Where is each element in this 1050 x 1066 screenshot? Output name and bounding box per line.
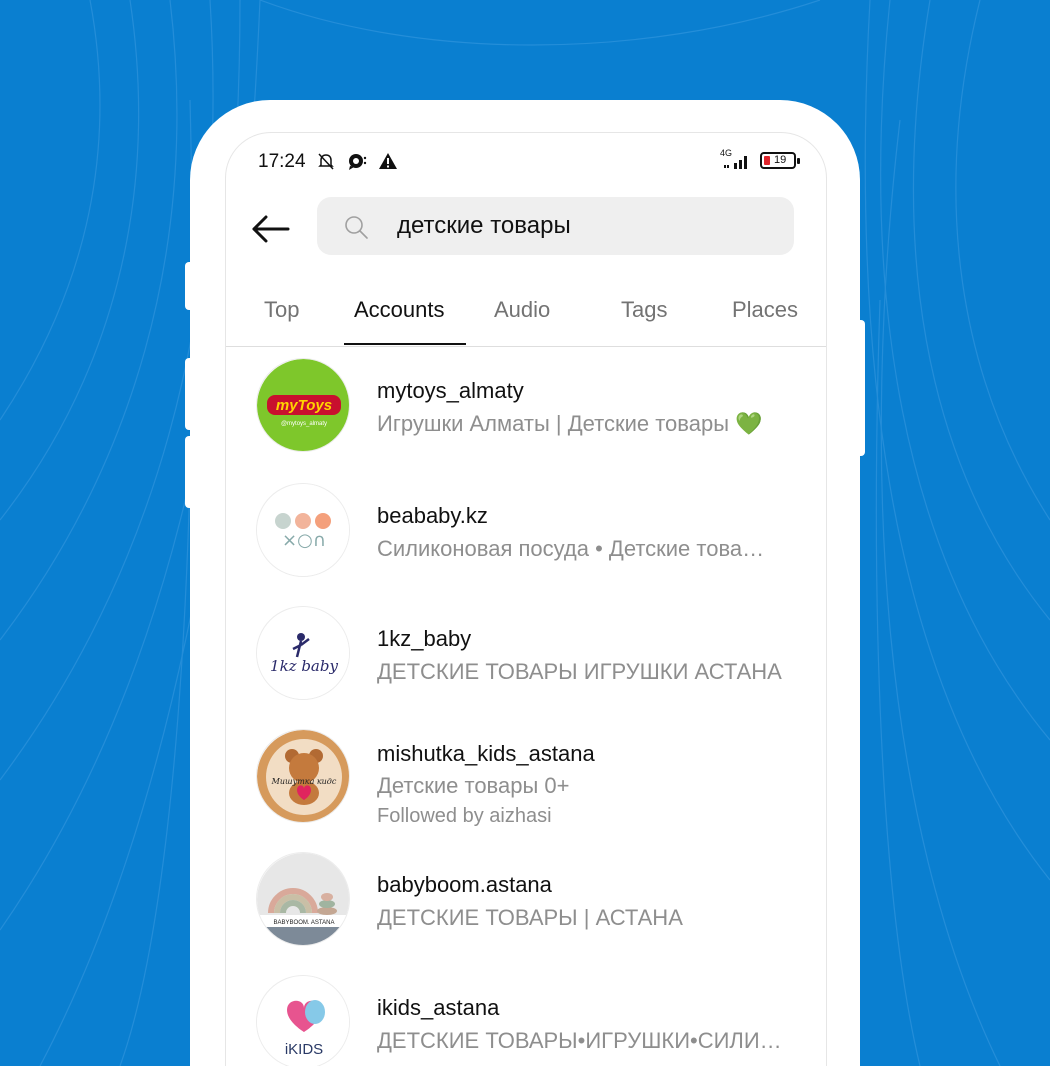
status-icons [316,151,398,171]
avatar-logo-text: Мишутка кидс [271,777,337,786]
bio-text: ДЕТСКИЕ ТОВАРЫ | АСТАНА [377,905,683,930]
avatar-logo-text: iKIDS [285,1041,323,1058]
tab-top[interactable]: Top [264,297,299,323]
followed-by: Followed by aizhasi [377,805,552,827]
avatar[interactable]: 1kz baby [256,606,350,700]
battery-level: 19 [774,153,787,166]
username: mishutka_kids_astana [377,741,595,766]
avatar[interactable]: ×○∩ [256,483,350,577]
phone-screen: 17:24 4G 19 детские товары Top Accounts … [225,132,827,1066]
tab-bar: Top Accounts Audio Tags Places [226,283,826,347]
search-icon [345,216,368,239]
bio-text: Игрушки Алматы | Детские товары 💚 [377,411,763,436]
username: babyboom.astana [377,872,552,897]
bio-text: Детские товары 0+ [377,773,570,798]
back-arrow-icon[interactable] [248,207,292,251]
bio-text: ДЕТСКИЕ ТОВАРЫ•ИГРУШКИ•СИЛИ… [377,1028,782,1053]
result-row[interactable]: BABYBOOM. ASTANA babyboom.astana ДЕТСКИЕ… [226,852,826,962]
username: 1kz_baby [377,626,472,651]
avatar-logo-text: myToys [276,397,332,414]
avatar-logo-text: 1kz baby [270,657,338,675]
tab-places[interactable]: Places [732,297,798,323]
tab-accounts[interactable]: Accounts [354,297,445,323]
result-row[interactable]: myToys @mytoys_almaty mytoys_almaty Игру… [226,358,826,468]
bell-off-icon [318,153,334,170]
bio-text: Силиконовая посуда • Детские това… [377,536,765,561]
avatar[interactable]: iKIDS [256,975,350,1066]
signal-icon: 4G [720,149,752,171]
search-bar[interactable] [317,197,794,255]
avatar[interactable]: BABYBOOM. ASTANA [256,852,350,946]
tab-audio[interactable]: Audio [494,297,550,323]
result-row[interactable]: iKIDS ikids_astana ДЕТСКИЕ ТОВАРЫ•ИГРУШК… [226,975,826,1066]
avatar[interactable]: myToys @mytoys_almaty [256,358,350,452]
result-row[interactable]: ×○∩ beababy.kz Силиконовая посуда • Детс… [226,483,826,593]
result-row[interactable]: 1kz baby 1kz_baby ДЕТСКИЕ ТОВАРЫ ИГРУШКИ… [226,606,826,716]
status-right: 4G 19 [720,149,800,171]
avatar-logo-text: ×○∩ [282,530,326,551]
username: beababy.kz [377,503,488,528]
active-tab-indicator [344,343,466,345]
status-bar: 17:24 4G 19 [226,147,826,177]
chat-bubble-icon [349,154,367,170]
battery-icon: 19 [760,151,800,169]
username: mytoys_almaty [377,378,524,403]
green-heart-icon: 💚 [735,411,763,436]
search-input[interactable] [397,197,777,255]
username: ikids_astana [377,995,500,1020]
avatar-logo-subtext: @mytoys_almaty [281,421,327,427]
avatar-logo-text: BABYBOOM. ASTANA [274,920,335,926]
avatar[interactable]: Мишутка кидс [256,729,350,823]
warning-icon [379,153,397,169]
tab-tags[interactable]: Tags [621,297,667,323]
bio-text: ДЕТСКИЕ ТОВАРЫ ИГРУШКИ АСТАНА [377,659,782,684]
result-row[interactable]: Мишутка кидс mishutka_kids_astana Детски… [226,729,826,839]
status-time: 17:24 [258,151,306,172]
